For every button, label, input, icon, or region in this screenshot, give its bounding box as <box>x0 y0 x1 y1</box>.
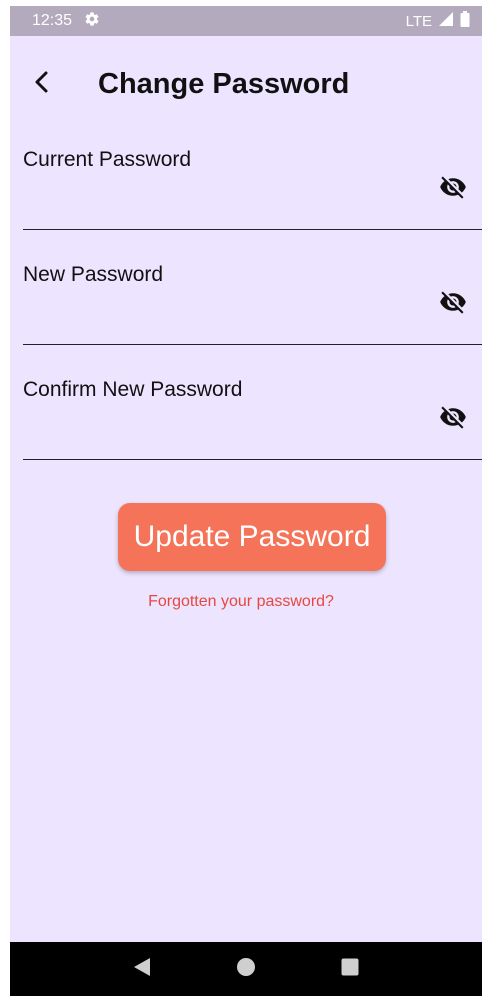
settings-icon <box>84 11 100 32</box>
recents-square-icon <box>341 958 359 981</box>
toggle-current-password-visibility[interactable] <box>438 174 468 204</box>
eye-off-icon <box>439 288 467 321</box>
back-button[interactable] <box>24 66 60 102</box>
app-bar: Change Password <box>10 44 482 124</box>
status-bar: 12:35 LTE <box>10 6 482 36</box>
toggle-new-password-visibility[interactable] <box>438 289 468 319</box>
signal-icon <box>438 11 454 32</box>
forgot-password-link[interactable]: Forgotten your password? <box>10 593 482 611</box>
confirm-password-field: Confirm New Password <box>23 370 482 460</box>
chevron-left-icon <box>32 70 52 99</box>
new-password-input[interactable] <box>23 299 423 335</box>
nav-recents-button[interactable] <box>338 957 362 981</box>
nav-back-button[interactable] <box>130 957 154 981</box>
update-password-button[interactable]: Update Password <box>118 503 386 571</box>
eye-off-icon <box>439 403 467 436</box>
screen: 12:35 LTE Change Password Current Passwo… <box>10 6 482 996</box>
status-left: 12:35 <box>32 11 100 32</box>
back-triangle-icon <box>133 957 151 982</box>
current-password-label: Current Password <box>23 148 192 171</box>
current-password-field: Current Password <box>23 140 482 230</box>
status-right: LTE <box>405 10 470 32</box>
home-circle-icon <box>236 957 256 982</box>
current-password-input[interactable] <box>23 184 423 220</box>
new-password-label: New Password <box>23 263 164 286</box>
battery-icon <box>460 10 470 32</box>
status-time: 12:35 <box>32 12 73 29</box>
confirm-password-input[interactable] <box>23 414 423 450</box>
nav-home-button[interactable] <box>234 957 258 981</box>
new-password-field: New Password <box>23 255 482 345</box>
network-type: LTE <box>405 12 432 30</box>
confirm-password-label: Confirm New Password <box>23 378 243 401</box>
page-title: Change Password <box>98 68 350 100</box>
eye-off-icon <box>439 173 467 206</box>
toggle-confirm-password-visibility[interactable] <box>438 404 468 434</box>
system-nav-bar <box>10 942 482 996</box>
